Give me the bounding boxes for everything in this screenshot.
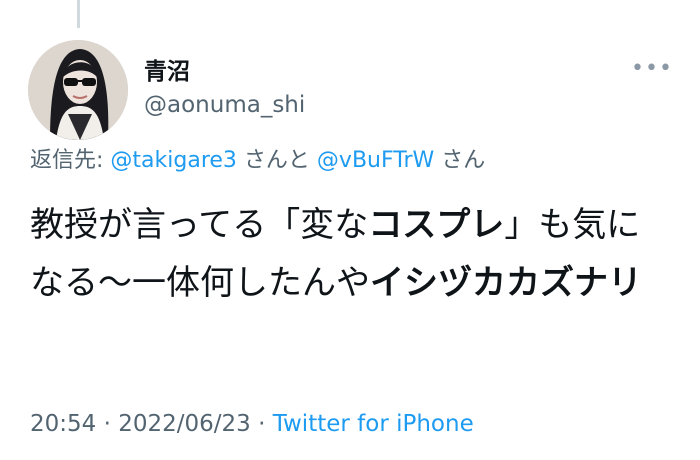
avatar[interactable] [28,40,128,140]
tweet-text-bold-segment: コスプレ [368,205,505,245]
reply-to-joiner: さんと [243,148,310,173]
tweet-source-link[interactable]: Twitter for iPhone [273,411,474,437]
tweet-text-bold-segment: イシヅカカズナリ [370,263,642,303]
tweet-metadata: 20:54 · 2022/06/23 · Twitter for iPhone [30,408,474,440]
reply-to-suffix: さん [441,148,486,173]
reply-to-line: 返信先: @takigare3 さんと @vBuFTrW さん [30,146,485,176]
author-handle[interactable]: @aonuma_shi [144,88,305,122]
author-block[interactable]: 青沼 @aonuma_shi [144,58,305,122]
meta-separator: · [250,411,273,437]
meta-separator: · [96,411,119,437]
reply-to-prefix: 返信先: [30,148,111,173]
tweet-time[interactable]: 20:54 [30,411,96,437]
avatar-image [28,40,128,140]
more-options-button[interactable]: ••• [631,56,672,81]
tweet-text: 教授が言ってる「変なコスプレ」も気になる〜一体何したんやイシヅカカズナリ [30,196,670,312]
tweet-text-segment: 教授が言ってる「変な [30,205,369,245]
author-display-name[interactable]: 青沼 [144,58,305,86]
more-horizontal-icon: ••• [631,55,673,81]
tweet-date[interactable]: 2022/06/23 [118,411,251,437]
thread-connector-line [77,0,80,28]
reply-to-user-link[interactable]: @vBuFTrW [317,148,434,173]
reply-to-user-link[interactable]: @takigare3 [110,148,237,173]
